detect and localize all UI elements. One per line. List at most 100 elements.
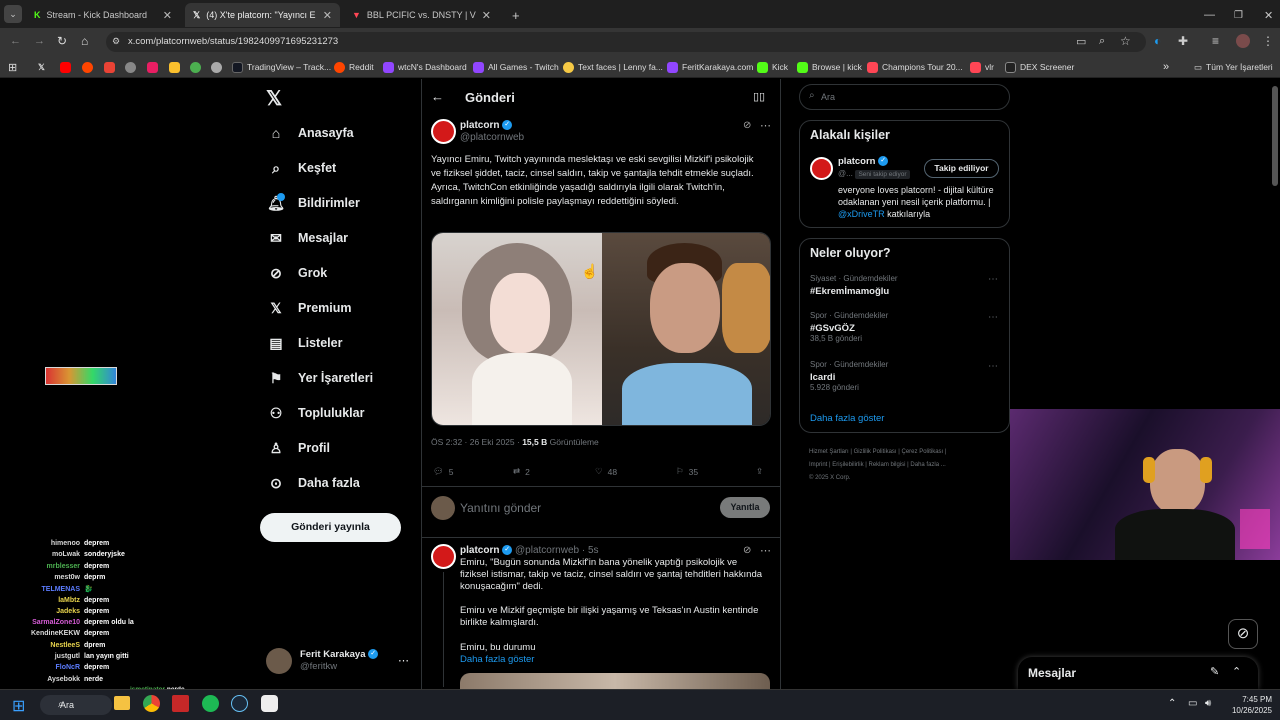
gmail-icon[interactable] <box>104 61 115 73</box>
thread-author[interactable]: platcorn ✓ @platcornweb · 5s <box>460 545 599 556</box>
grok-icon[interactable]: ⊘ <box>743 120 751 131</box>
puzzle-icon[interactable]: ✚ <box>1178 34 1188 48</box>
reddit-icon[interactable] <box>82 61 93 73</box>
avatar[interactable] <box>431 119 456 144</box>
thread-media[interactable] <box>460 673 770 689</box>
tab-kick-dashboard[interactable]: K Stream - Kick Dashboard ✕ <box>26 3 180 27</box>
bookmark-wtcn[interactable]: wtcN's Dashboard <box>383 56 467 78</box>
nav-messages[interactable]: ✉ Mesajlar <box>268 230 348 246</box>
bookmark-reddit[interactable]: Reddit <box>334 56 374 78</box>
nav-more[interactable]: ⊙ Daha fazla <box>268 475 360 491</box>
bookmark-feritkarakaya[interactable]: FeritKarakaya.com <box>667 56 753 78</box>
bookmark-browse-kick[interactable]: Browse | kick <box>797 56 862 78</box>
new-tab-button[interactable]: + <box>504 3 528 27</box>
tweet-media[interactable] <box>431 232 771 426</box>
trend-item[interactable]: Spor · Gündemdekiler #GSvGÖZ 38,5 B gönder… <box>810 311 888 343</box>
file-explorer-icon[interactable] <box>114 696 130 710</box>
bookmark-lenny[interactable]: Text faces | Lenny fa... <box>563 56 663 78</box>
show-more-link[interactable]: Daha fazla göster <box>460 654 534 665</box>
bookmark-x-icon[interactable]: 𝕏 <box>38 56 45 78</box>
bookmark-icon[interactable] <box>125 61 136 73</box>
reply-action[interactable]: 💬︎ 5 <box>433 466 454 477</box>
volume-icon[interactable]: 🔊︎ <box>1205 698 1211 709</box>
site-info-icon[interactable]: ⚙ <box>112 36 120 47</box>
chevron-up-icon[interactable]: ⌃ <box>1232 665 1241 678</box>
reload-icon[interactable]: ↻ <box>57 34 67 48</box>
maximize-button[interactable]: ❐ <box>1226 3 1251 27</box>
tab-x-post[interactable]: 𝕏 (4) X'te platcorn: "Yayıncı Emiru...✕ <box>185 3 340 27</box>
network-icon[interactable]: ▭ <box>1188 698 1197 709</box>
back-arrow-icon[interactable]: ← <box>431 89 444 104</box>
trends-show-more[interactable]: Daha fazla göster <box>810 413 884 424</box>
chrome-icon[interactable] <box>143 695 160 712</box>
zoom-icon[interactable]: ⌕ <box>1099 35 1105 48</box>
tab-vct[interactable]: ▼ BBL PCIFIC vs. DNSTY | VCT 20...✕ <box>344 3 499 27</box>
nav-home[interactable]: ⌂ Anasayfa <box>268 125 354 141</box>
all-bookmarks[interactable]: ▭ Tüm Yer İşaretleri <box>1194 56 1273 78</box>
app-icon[interactable] <box>172 695 189 712</box>
more-icon[interactable]: ⋯ <box>988 361 998 372</box>
close-icon[interactable]: ✕ <box>163 9 172 22</box>
avatar[interactable] <box>431 544 456 569</box>
more-icon[interactable]: ⋯ <box>760 544 771 557</box>
reply-input[interactable]: Yanıtını gönder <box>460 501 541 515</box>
bookmark-twitch-games[interactable]: All Games - Twitch <box>473 56 559 78</box>
install-icon[interactable]: ▭ <box>1076 35 1086 48</box>
nav-profile[interactable]: ♙ Profil <box>268 440 330 456</box>
bookmark-dex[interactable]: DEX Screener <box>1005 56 1074 78</box>
search-box[interactable]: ⌕ Ara <box>799 84 1010 110</box>
related-user[interactable]: platcorn ✓ @... Seni takip ediyor <box>838 156 910 181</box>
bookmark-champions-tour[interactable]: Champions Tour 20... <box>867 56 963 78</box>
more-icon[interactable]: ⋯ <box>988 312 998 323</box>
back-icon[interactable]: ← <box>10 35 21 47</box>
nav-grok[interactable]: ⊘ Grok <box>268 265 327 281</box>
new-message-icon[interactable]: ✎ <box>1210 665 1219 678</box>
bookmark-icon[interactable] <box>147 61 158 73</box>
scrollbar[interactable] <box>1272 86 1278 186</box>
bookmark-icon[interactable] <box>211 61 222 73</box>
avatar[interactable] <box>810 157 833 180</box>
extension-icon[interactable]: ◐ <box>1154 34 1161 48</box>
bookmark-kick[interactable]: Kick <box>757 56 788 78</box>
like-action[interactable]: ♡ 48 <box>595 466 617 477</box>
more-icon[interactable]: ⋯ <box>988 274 998 285</box>
star-icon[interactable]: ☆ <box>1120 34 1131 48</box>
bookmark-action[interactable]: ⚐ 35 <box>676 466 698 477</box>
youtube-icon[interactable] <box>60 61 71 73</box>
post-button[interactable]: Gönderi yayınla <box>260 513 401 542</box>
nav-communities[interactable]: ⚇ Topluluklar <box>268 405 365 421</box>
bookmark-icon[interactable] <box>169 61 180 73</box>
url-field[interactable]: x.com/platcornweb/status/198240997169523… <box>106 32 1146 52</box>
steam-icon[interactable] <box>231 695 248 712</box>
taskbar-search[interactable]: Ara <box>40 695 112 715</box>
x-logo-icon[interactable]: 𝕏 <box>266 86 282 111</box>
share-action[interactable]: ⇪ <box>756 466 763 477</box>
trend-item[interactable]: Spor · Gündemdekiler Icardi 5.928 gönderi <box>810 360 888 392</box>
spotify-icon[interactable] <box>202 695 219 712</box>
close-icon[interactable]: ✕ <box>323 9 332 22</box>
app-icon[interactable] <box>261 695 278 712</box>
nav-premium[interactable]: 𝕏 Premium <box>268 300 351 316</box>
apps-icon[interactable]: ⊞ <box>8 56 17 78</box>
chevron-right-icon[interactable]: » <box>1163 56 1169 78</box>
grok-floating-button[interactable]: ⊘ <box>1228 619 1258 649</box>
nav-explore[interactable]: ⌕ Keşfet <box>268 160 336 176</box>
bookmark-tradingview[interactable]: TradingView – Track... <box>232 56 331 78</box>
clock[interactable]: 7:45 PM 10/26/2025 <box>1222 694 1272 716</box>
following-button[interactable]: Takip ediliyor <box>924 159 999 178</box>
account-switcher[interactable]: Ferit Karakaya ✓ @feritkw <box>266 648 379 674</box>
media-icon[interactable]: ≡ <box>1212 34 1219 48</box>
window-close-button[interactable]: ✕ <box>1256 3 1280 27</box>
windows-start-icon[interactable]: ⊞ <box>12 696 25 716</box>
nav-bookmarks[interactable]: ⚑ Yer İşaretleri <box>268 370 373 386</box>
forward-icon[interactable]: → <box>34 35 45 47</box>
close-icon[interactable]: ✕ <box>482 9 491 22</box>
repost-action[interactable]: ⇄ 2 <box>513 466 530 477</box>
tab-search-button[interactable]: ⌄ <box>4 5 22 23</box>
grok-icon[interactable]: ⊘ <box>743 545 751 556</box>
nav-lists[interactable]: ▤ Listeler <box>268 335 342 351</box>
more-icon[interactable]: ⋯ <box>760 119 771 132</box>
messages-drawer[interactable]: Mesajlar ✎ ⌃ <box>1018 657 1258 689</box>
bookmark-icon[interactable] <box>190 61 201 73</box>
reader-icon[interactable]: ▯▯ <box>753 90 765 103</box>
